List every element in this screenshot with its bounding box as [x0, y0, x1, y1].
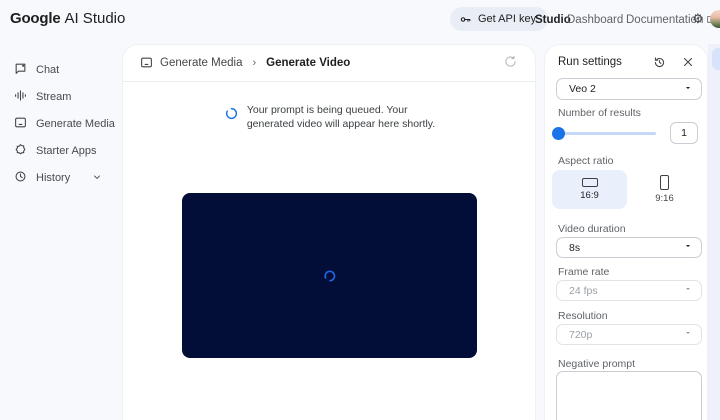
breadcrumb-separator: ›: [252, 56, 257, 69]
dropdown-caret-icon: [683, 284, 693, 297]
sidebar-item-label: Chat: [36, 64, 60, 76]
slider-track[interactable]: [556, 132, 656, 135]
settings-gear-icon[interactable]: ⚙: [692, 12, 704, 25]
sidebar-item-label: Stream: [36, 91, 72, 103]
get-api-key-label: Get API key: [478, 13, 537, 25]
media-icon: [14, 116, 27, 132]
app-logo[interactable]: Google AI Studio: [10, 10, 125, 27]
generate-media-panel: Generate Media › Generate Video Your pro…: [122, 44, 536, 420]
aspect-ratio-9-16[interactable]: 9:16: [627, 170, 702, 209]
number-of-results-slider: 1: [552, 120, 702, 146]
chevron-down-icon[interactable]: [92, 172, 102, 185]
aspect-ratio-label: Aspect ratio: [558, 155, 614, 167]
status-line-2: generated video will appear here shortly…: [246, 118, 436, 130]
run-settings-title: Run settings: [558, 56, 622, 68]
queue-status: Your prompt is being queued. Your genera…: [123, 103, 535, 131]
video-duration-label: Video duration: [558, 223, 626, 235]
top-header: Google AI Studio Get API key Studio Dashb…: [0, 0, 720, 40]
slider-thumb[interactable]: [552, 127, 565, 140]
starter-apps-icon: [14, 143, 27, 159]
sidebar-item-generate-media[interactable]: Generate Media: [6, 112, 116, 136]
dropdown-caret-icon: [683, 328, 693, 341]
aspect-ratio-16-9-label: 16:9: [580, 190, 599, 201]
portrait-icon: [660, 175, 669, 190]
aspect-ratio-9-16-label: 9:16: [655, 193, 674, 204]
logo-brand: Google: [10, 10, 61, 27]
aspect-ratio-options: 16:9 9:16: [552, 170, 702, 209]
history-icon: [14, 170, 27, 186]
video-duration-value: 8s: [569, 241, 581, 254]
status-line-1: Your prompt is being queued. Your: [246, 104, 408, 116]
breadcrumb-current: Generate Video: [266, 56, 351, 69]
scrollbar-thumb[interactable]: [712, 48, 720, 70]
breadcrumb-parent[interactable]: Generate Media: [160, 57, 242, 69]
frame-rate-select[interactable]: 24 fps: [556, 280, 702, 301]
divider: [123, 81, 535, 82]
status-message: Your prompt is being queued. Your genera…: [247, 103, 435, 131]
refresh-icon[interactable]: [504, 55, 517, 71]
sidebar: Chat Stream Generate Media Starter Apps …: [0, 44, 122, 420]
run-settings-panel: Run settings Veo 2 Number of results 1 A…: [544, 44, 708, 420]
negative-prompt-input[interactable]: [556, 371, 702, 420]
nav-studio[interactable]: Studio: [535, 14, 571, 26]
model-value: Veo 2: [569, 83, 596, 95]
video-loading-spinner-icon: [323, 270, 335, 281]
loading-spinner-icon: [225, 107, 238, 120]
close-icon[interactable]: [682, 56, 694, 68]
get-api-key-button[interactable]: Get API key: [450, 7, 549, 31]
key-icon: [459, 13, 472, 26]
dropdown-caret-icon: [683, 83, 693, 96]
media-icon: [140, 56, 153, 69]
sidebar-item-label: Starter Apps: [36, 145, 97, 157]
nav-dashboard[interactable]: Dashboard: [567, 14, 623, 26]
chat-icon: [14, 62, 27, 78]
stream-icon: [14, 89, 27, 105]
sidebar-item-chat[interactable]: Chat: [6, 58, 116, 82]
sidebar-item-starter-apps[interactable]: Starter Apps: [6, 139, 116, 163]
resolution-label: Resolution: [558, 310, 608, 322]
landscape-icon: [581, 178, 598, 187]
resolution-value: 720p: [569, 328, 593, 341]
reset-settings-icon[interactable]: [653, 56, 666, 69]
aspect-ratio-16-9[interactable]: 16:9: [552, 170, 627, 209]
video-placeholder: [182, 193, 477, 358]
video-duration-select[interactable]: 8s: [556, 237, 702, 258]
logo-product: AI Studio: [64, 10, 126, 27]
resolution-select[interactable]: 720p: [556, 324, 702, 345]
breadcrumb: Generate Media › Generate Video: [140, 56, 350, 69]
model-select[interactable]: Veo 2: [556, 78, 702, 100]
sidebar-item-label: Generate Media: [36, 118, 115, 130]
scrollbar-track[interactable]: [708, 44, 720, 420]
sidebar-item-stream[interactable]: Stream: [6, 85, 116, 109]
sidebar-item-label: History: [36, 172, 71, 184]
dropdown-caret-icon: [683, 241, 693, 254]
frame-rate-label: Frame rate: [558, 266, 610, 278]
negative-prompt-label: Negative prompt: [558, 358, 636, 370]
number-of-results-label: Number of results: [558, 107, 641, 119]
number-of-results-value[interactable]: 1: [670, 122, 698, 144]
sidebar-item-history[interactable]: History: [6, 166, 116, 190]
frame-rate-value: 24 fps: [569, 284, 598, 297]
